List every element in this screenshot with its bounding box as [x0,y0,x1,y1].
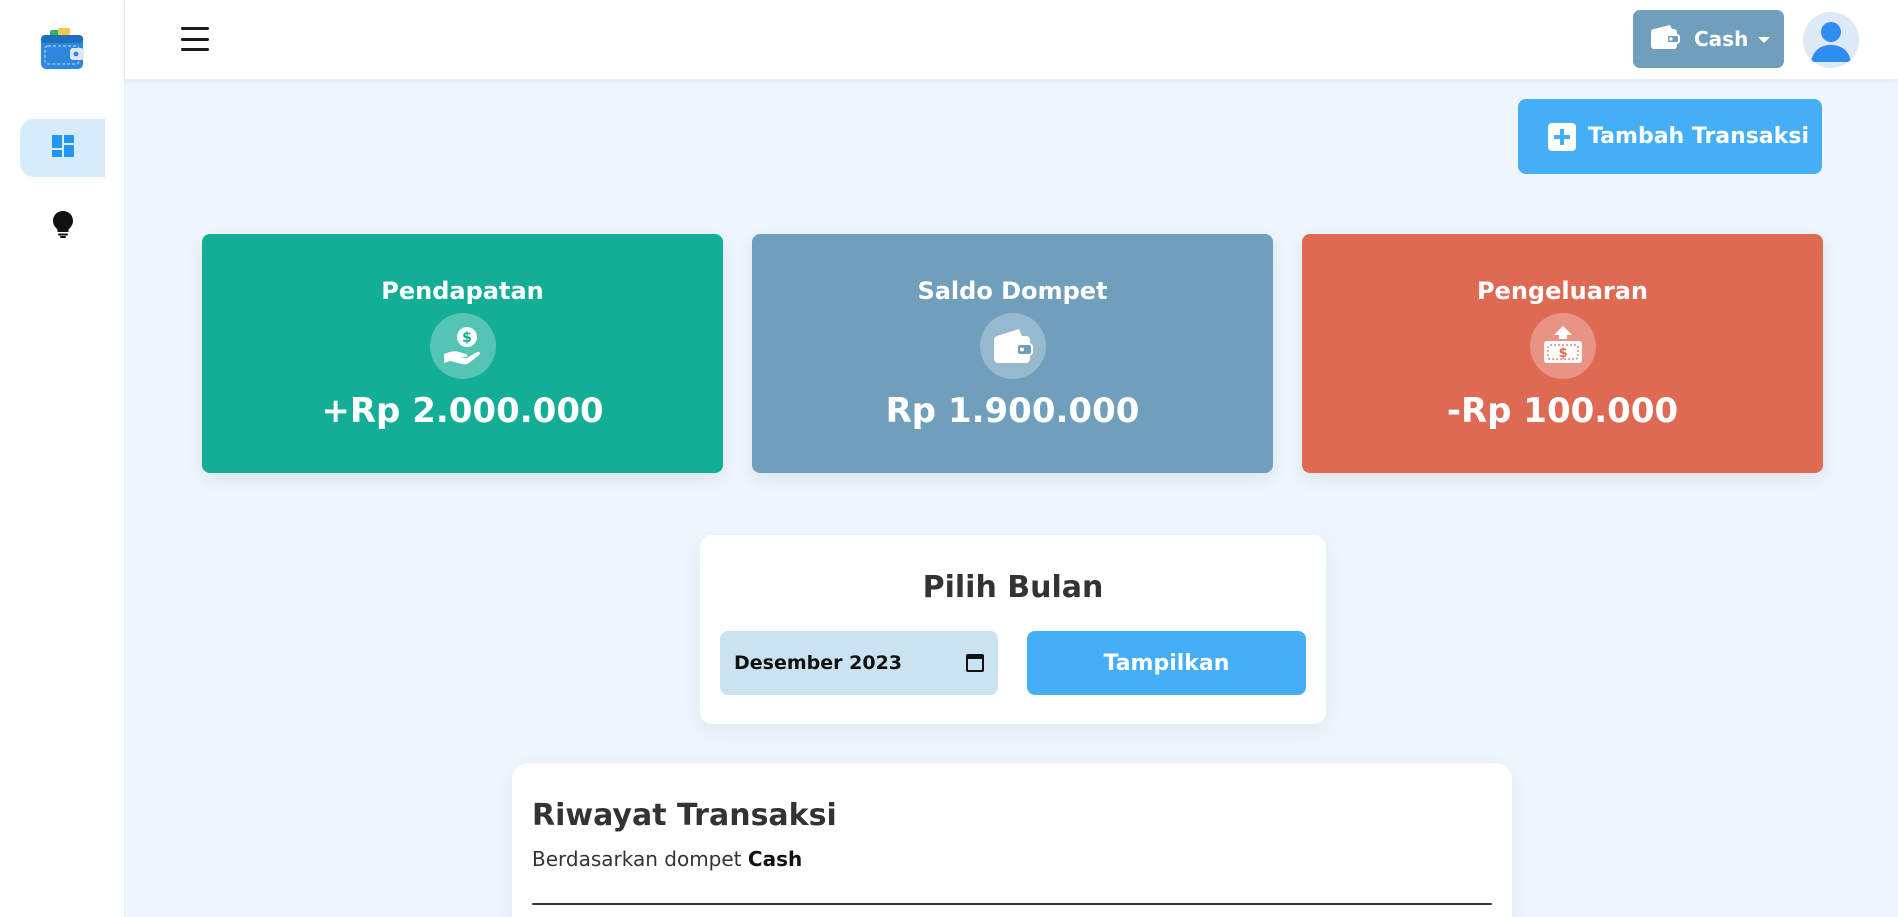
sidebar [0,0,125,917]
sidebar-item-tips[interactable] [20,197,105,255]
transaction-history-panel: Riwayat Transaksi Berdasarkan dompet Cas… [512,763,1512,917]
wallet-selector-label: Cash [1694,27,1749,51]
wallet-icon [979,313,1046,379]
history-subtitle: Berdasarkan dompet Cash [532,847,802,871]
expense-value: -Rp 100.000 [1446,391,1679,431]
add-transaction-button[interactable]: Tambah Transaksi [1518,99,1822,174]
balance-value: Rp 1.900.000 [885,391,1140,431]
svg-text:$: $ [462,330,472,346]
income-title: Pendapatan [381,277,544,305]
wallet-logo-icon [40,28,86,72]
expense-title: Pengeluaran [1476,277,1649,305]
lightbulb-icon [52,210,74,242]
history-subtitle-prefix: Berdasarkan dompet [532,847,748,871]
plus-square-icon [1548,122,1576,151]
history-wallet-name: Cash [747,847,803,871]
balance-card: Saldo Dompet Rp 1.900.000 [752,234,1273,473]
income-card: Pendapatan $ +Rp 2.000.000 [202,234,723,473]
top-header: Cash [125,0,1898,79]
month-picker-panel: Pilih Bulan Desember 2023 Tampilkan [700,535,1326,724]
history-table-border [532,903,1492,905]
user-avatar[interactable] [1803,12,1859,68]
wallet-icon [1650,24,1680,54]
sidebar-item-dashboard[interactable] [20,119,105,177]
income-value: +Rp 2.000.000 [321,391,604,431]
wallet-selector-button[interactable]: Cash [1633,10,1784,68]
menu-toggle-icon[interactable] [181,27,209,51]
month-input-value: Desember 2023 [734,652,903,674]
chevron-down-icon [1758,37,1770,43]
money-out-icon: $ [1529,313,1596,379]
history-title: Riwayat Transaksi [532,798,837,833]
month-picker-title: Pilih Bulan [922,570,1104,605]
expense-card: Pengeluaran $ -Rp 100.000 [1302,234,1823,473]
money-hand-icon: $ [429,313,496,379]
balance-title: Saldo Dompet [917,277,1108,305]
show-button[interactable]: Tampilkan [1027,631,1306,695]
dashboard-icon [51,134,75,162]
calendar-icon[interactable] [966,654,984,672]
svg-text:$: $ [1558,346,1567,361]
add-transaction-label: Tambah Transaksi [1588,124,1810,149]
month-input[interactable]: Desember 2023 [720,631,998,695]
